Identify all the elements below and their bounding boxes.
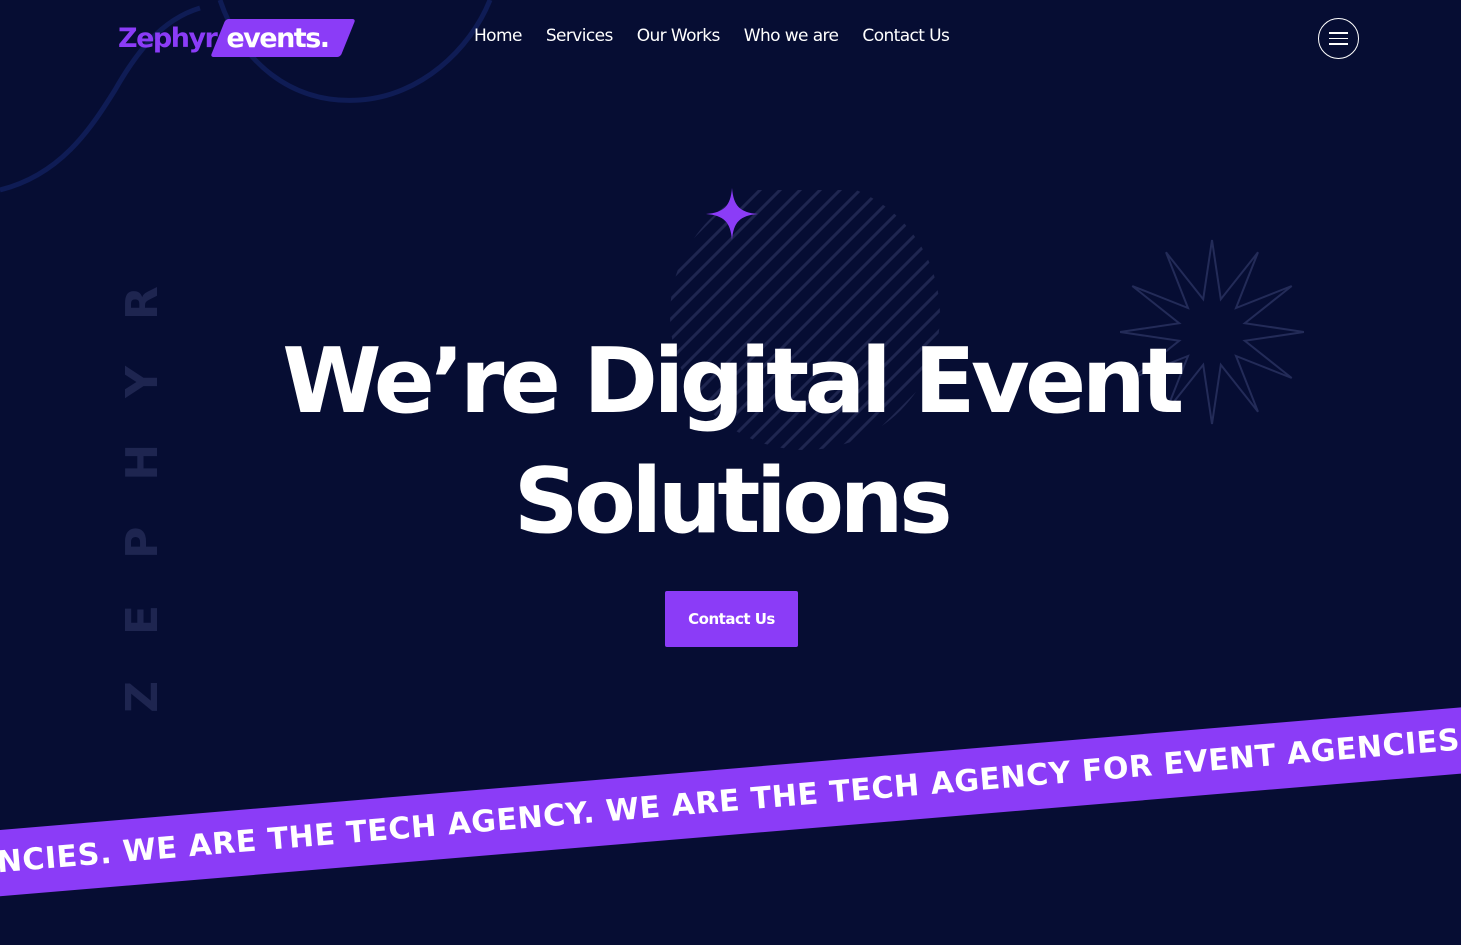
page: ZEPHYR Zephyr events. Home Services Our … (0, 0, 1461, 945)
site-header: Zephyr events. Home Services Our Works W… (0, 0, 1461, 78)
site-logo[interactable]: Zephyr events. (118, 18, 349, 58)
nav-our-works[interactable]: Our Works (637, 26, 721, 46)
logo-badge: events. (218, 19, 348, 57)
hero-title-line-2: Solutions (513, 449, 953, 554)
logo-word: Zephyr (118, 22, 218, 54)
nav-contact-us[interactable]: Contact Us (862, 26, 949, 46)
nav-services[interactable]: Services (546, 26, 613, 46)
logo-badge-text: events. (226, 22, 330, 54)
hero-title-line-1: We’re Digital Event (282, 329, 1184, 434)
sparkle-star-icon (706, 188, 758, 240)
hamburger-menu-icon[interactable] (1318, 18, 1359, 59)
contact-us-button[interactable]: Contact Us (665, 591, 798, 647)
nav-home[interactable]: Home (474, 26, 522, 46)
nav-who-we-are[interactable]: Who we are (744, 26, 839, 46)
hero-title: We’re Digital Event Solutions (150, 322, 1312, 562)
marquee-band: GENCIES. WE ARE THE TECH AGENCY. WE ARE … (0, 701, 1461, 901)
marquee-text: GENCIES. WE ARE THE TECH AGENCY. WE ARE … (0, 721, 1461, 885)
main-nav: Home Services Our Works Who we are Conta… (474, 26, 950, 46)
